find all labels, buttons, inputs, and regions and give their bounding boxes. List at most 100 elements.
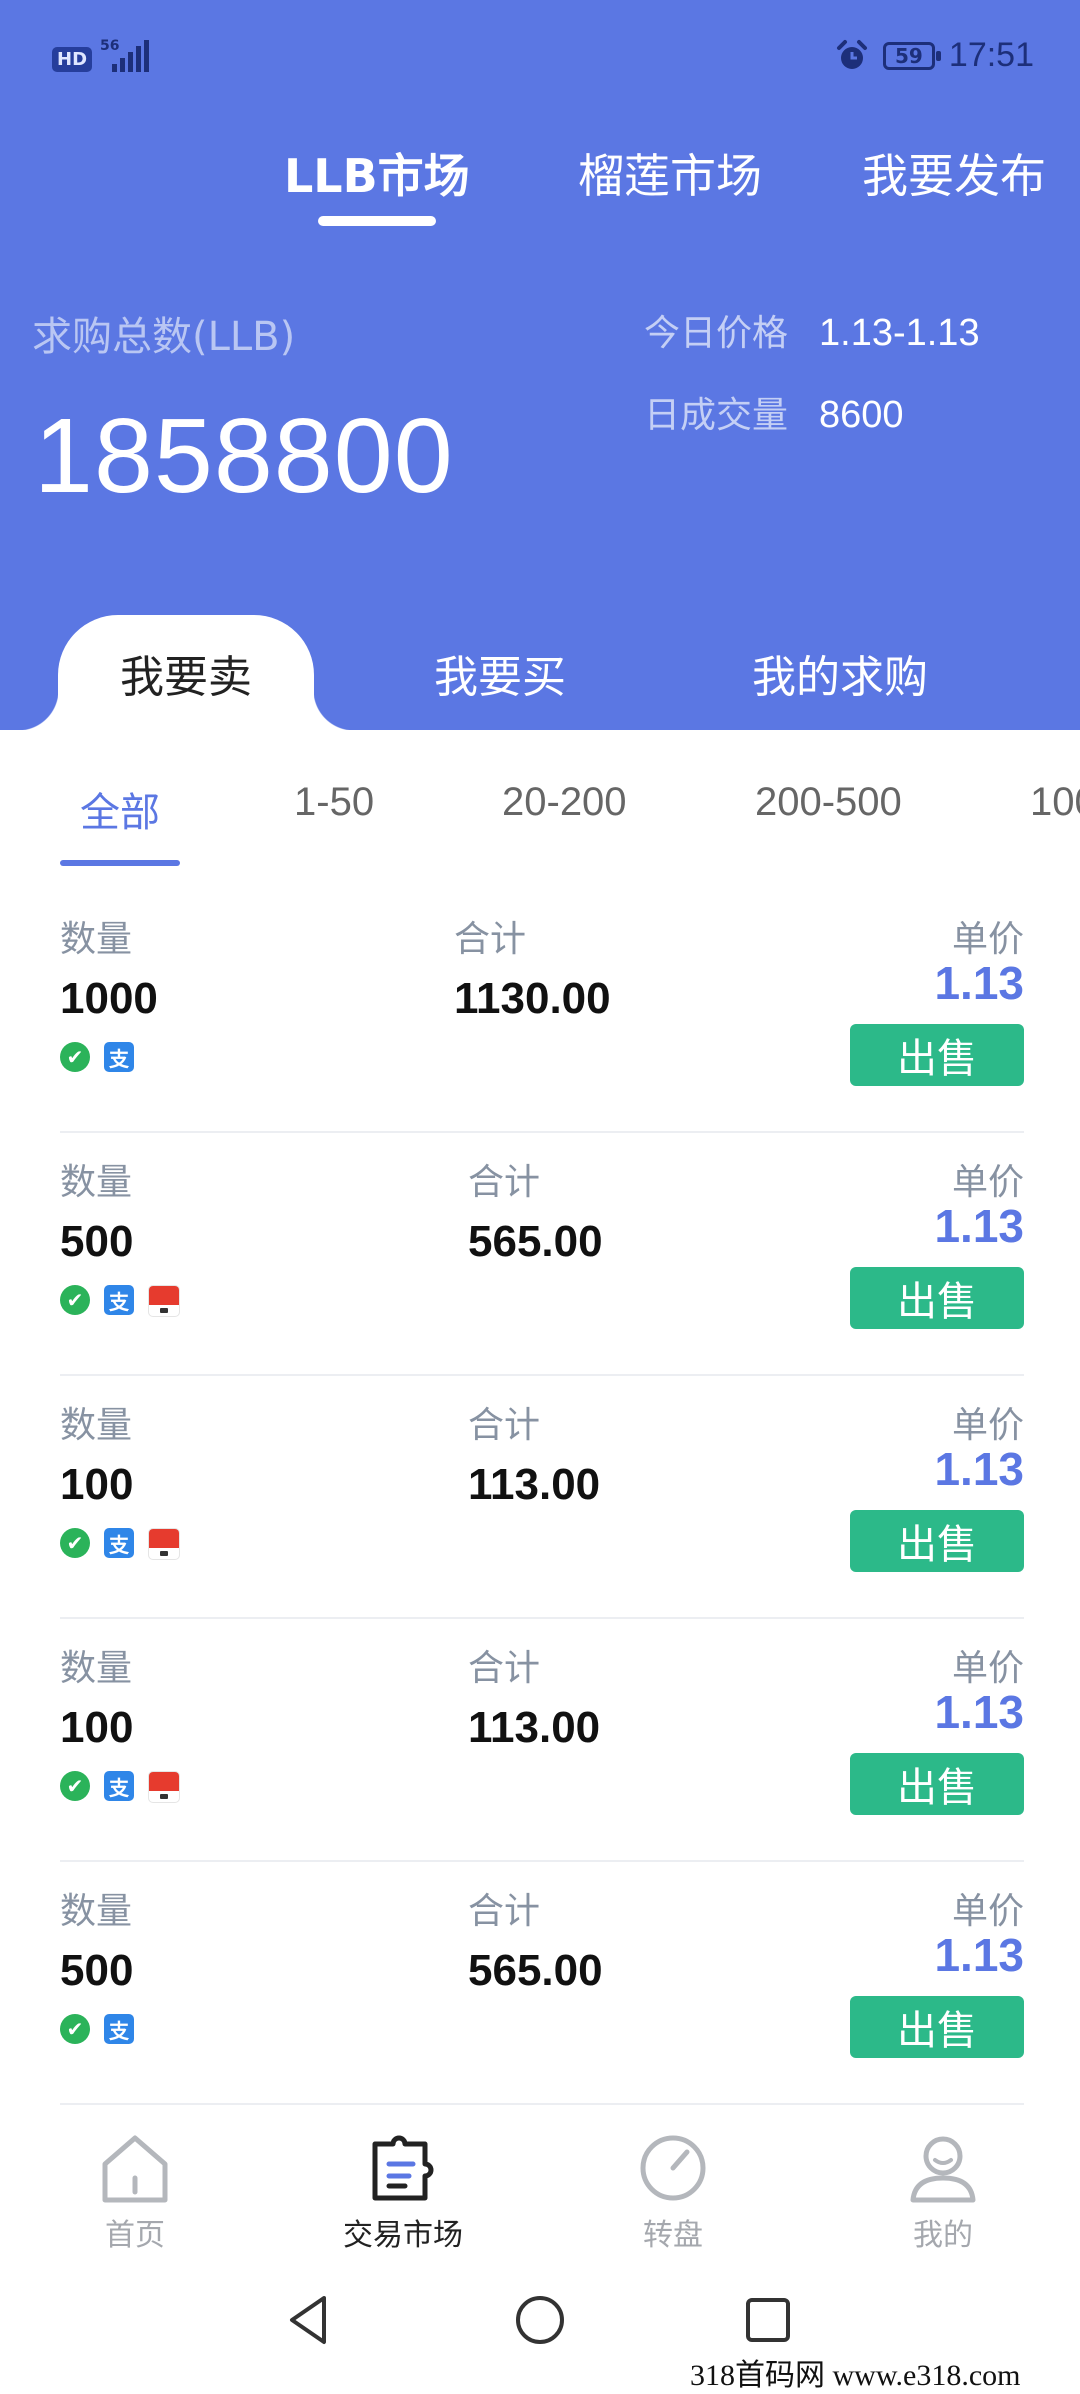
nav-label: 交易市场 (343, 2218, 463, 2253)
order-row: 数量 合计 单价 500 565.00 1.13 ✔ 支 出售 (60, 1862, 1024, 2105)
sell-button[interactable]: 出售 (850, 1753, 1024, 1815)
wechat-pay-icon: ✔ (60, 1528, 90, 1558)
sell-button[interactable]: 出售 (850, 1024, 1024, 1086)
total-value: 1130.00 (454, 974, 611, 1023)
price-label: 单价 (951, 1405, 1024, 1446)
unionpay-icon (148, 1528, 180, 1560)
total-label: 合计 (468, 1162, 541, 1203)
order-row: 数量 合计 单价 500 565.00 1.13 ✔ 支 出售 (60, 1133, 1024, 1376)
back-icon[interactable] (280, 2290, 340, 2350)
price-value: 1.13 (934, 957, 1024, 1009)
active-tab-indicator (318, 216, 436, 226)
total-label: 合计 (468, 1891, 541, 1932)
total-label: 合计 (454, 919, 527, 960)
wechat-pay-icon: ✔ (60, 1285, 90, 1315)
sell-button[interactable]: 出售 (850, 1510, 1024, 1572)
wechat-pay-icon: ✔ (60, 1771, 90, 1801)
tab-label: 榴莲市场 (578, 149, 762, 203)
alipay-icon: 支 (104, 1042, 134, 1072)
price-label: 单价 (951, 1891, 1024, 1932)
market-icon (372, 2135, 434, 2201)
qty-label: 数量 (60, 1162, 133, 1203)
trade-tabs: 我要卖 我要买 我的求购 (0, 615, 1080, 730)
price-label: 单价 (951, 919, 1024, 960)
unionpay-icon (148, 1285, 180, 1317)
price-value: 1.13 (934, 1200, 1024, 1252)
qty-label: 数量 (60, 1891, 133, 1932)
bottom-nav: 首页 交易市场 转盘 我的 (0, 2120, 1080, 2270)
home-icon (102, 2135, 168, 2203)
filter-200-500[interactable]: 200-500 (755, 780, 902, 825)
filter-1-50[interactable]: 1-50 (294, 780, 374, 825)
filter-label: 1-50 (294, 780, 375, 824)
watermark: 318首码网 www.e318.com (690, 2359, 1021, 2392)
market-header: HD 56 59 17:51 LLB市场 榴莲市场 我要发布 求购总数(LLB)… (0, 0, 1080, 730)
price-label: 单价 (951, 1162, 1024, 1203)
tab-label: 我的求购 (752, 651, 928, 703)
tab-my-requests[interactable]: 我的求购 (720, 615, 960, 730)
sell-button[interactable]: 出售 (850, 1996, 1024, 2058)
qty-value: 100 (60, 1703, 134, 1752)
filter-20-200[interactable]: 20-200 (502, 780, 627, 825)
qty-value: 500 (60, 1946, 134, 1995)
order-row: 数量 合计 单价 1000 1130.00 1.13 ✔ 支 出售 (60, 890, 1024, 1133)
total-label: 合计 (468, 1405, 541, 1446)
tab-label: 我要买 (434, 651, 566, 703)
total-value: 113.00 (468, 1703, 601, 1752)
today-price-value: 1.13-1.13 (819, 312, 980, 354)
qty-value: 100 (60, 1460, 134, 1509)
sell-button[interactable]: 出售 (850, 1267, 1024, 1329)
quantity-filters: 全部 1-50 20-200 200-500 100 (0, 780, 1080, 870)
dial-icon (640, 2135, 706, 2201)
recents-icon[interactable] (738, 2290, 798, 2350)
total-value: 565.00 (468, 1946, 603, 1995)
payment-methods: ✔ 支 (60, 2014, 134, 2044)
status-bar: HD 56 59 17:51 (0, 0, 1080, 120)
today-price-label: 今日价格 (644, 313, 789, 354)
daily-volume-value: 8600 (819, 394, 904, 436)
qty-value: 500 (60, 1217, 134, 1266)
payment-methods: ✔ 支 (60, 1528, 180, 1560)
total-demand-label: 求购总数(LLB) (32, 314, 296, 360)
wechat-pay-icon: ✔ (60, 1042, 90, 1072)
active-filter-indicator (60, 860, 180, 866)
payment-methods: ✔ 支 (60, 1285, 180, 1317)
filter-label: 全部 (80, 790, 160, 836)
tab-durian-market[interactable]: 榴莲市场 (578, 140, 762, 230)
alipay-icon: 支 (104, 1285, 134, 1315)
tab-buy[interactable]: 我要买 (380, 615, 620, 730)
nav-dial[interactable]: 转盘 (573, 2130, 773, 2254)
tab-sell[interactable]: 我要卖 (18, 615, 354, 730)
total-demand-value: 1858800 (34, 397, 454, 515)
tab-llb-market[interactable]: LLB市场 (284, 140, 470, 230)
daily-volume-row: 日成交量 8600 (644, 386, 904, 438)
payment-methods: ✔ 支 (60, 1042, 134, 1072)
price-value: 1.13 (934, 1929, 1024, 1981)
alipay-icon: 支 (104, 1771, 134, 1801)
qty-value: 1000 (60, 974, 158, 1023)
filter-label: 20-200 (502, 780, 627, 824)
user-icon (910, 2136, 976, 2203)
nav-market[interactable]: 交易市场 (303, 2130, 503, 2254)
qty-label: 数量 (60, 1648, 133, 1689)
today-price-row: 今日价格 1.13-1.13 (644, 304, 980, 356)
filter-label: 100 (1030, 780, 1080, 824)
filter-100-plus[interactable]: 100 (1030, 780, 1080, 825)
nav-home[interactable]: 首页 (35, 2130, 235, 2254)
home-circle-icon[interactable] (510, 2290, 570, 2350)
nav-profile[interactable]: 我的 (843, 2130, 1043, 2254)
nav-label: 转盘 (643, 2218, 703, 2253)
alipay-icon: 支 (104, 1528, 134, 1558)
filter-all[interactable]: 全部 (60, 780, 180, 866)
alarm-icon (836, 39, 867, 69)
hd-badge: HD (52, 47, 93, 72)
alipay-icon: 支 (104, 2014, 134, 2044)
tab-label: 我要发布 (862, 149, 1046, 203)
tab-publish[interactable]: 我要发布 (862, 140, 1046, 230)
price-value: 1.13 (934, 1686, 1024, 1738)
status-left: HD 56 (52, 38, 149, 72)
tab-label: LLB市场 (284, 149, 470, 203)
battery-icon: 59 (882, 41, 941, 70)
total-value: 113.00 (468, 1460, 601, 1509)
daily-volume-label: 日成交量 (644, 395, 789, 436)
